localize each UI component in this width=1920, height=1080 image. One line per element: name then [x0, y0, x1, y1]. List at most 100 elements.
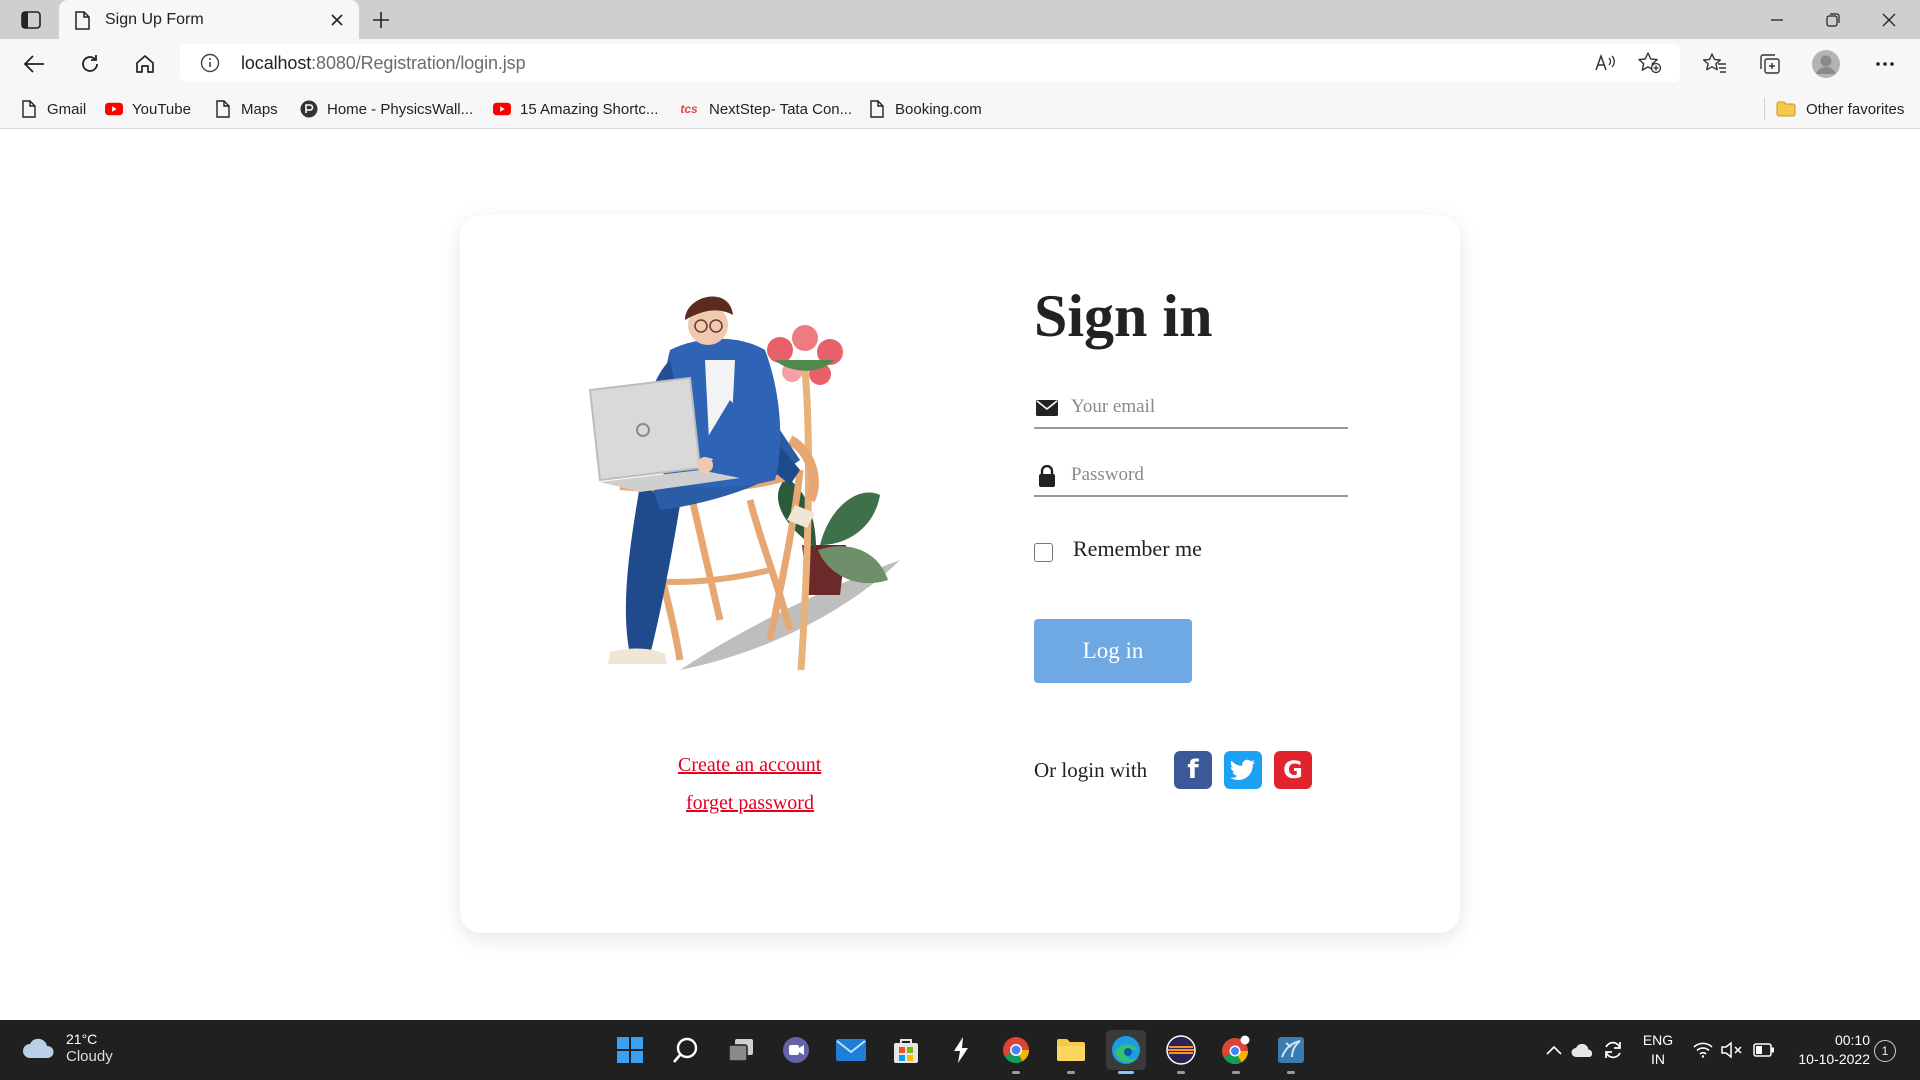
- chrome-canary-icon: [1221, 1035, 1251, 1065]
- weather-widget[interactable]: 21°C Cloudy: [22, 1030, 113, 1066]
- restore-icon[interactable]: [1808, 6, 1858, 34]
- bookmark-tcs-nextstep[interactable]: tcs NextStep- Tata Con...: [678, 96, 852, 122]
- favorites-icon[interactable]: [1700, 51, 1730, 77]
- collections-icon[interactable]: [1755, 51, 1785, 77]
- forget-password-link[interactable]: forget password: [686, 792, 814, 815]
- twitter-icon: [1230, 759, 1256, 781]
- url-text[interactable]: localhost:8080/Registration/login.jsp: [241, 53, 526, 74]
- running-indicator: [1287, 1071, 1295, 1074]
- address-bar[interactable]: localhost:8080/Registration/login.jsp: [180, 44, 1680, 82]
- language-indicator[interactable]: ENG IN: [1640, 1031, 1676, 1069]
- add-favorite-icon[interactable]: [1637, 51, 1663, 75]
- battery-icon[interactable]: [1752, 1038, 1776, 1062]
- bookmark-gmail[interactable]: Gmail: [20, 96, 86, 122]
- bookmark-label: Gmail: [47, 100, 87, 118]
- task-view-button[interactable]: [721, 1030, 761, 1070]
- youtube-icon: [105, 100, 123, 118]
- chrome-button[interactable]: [996, 1030, 1036, 1074]
- mail-icon: [836, 1039, 866, 1061]
- browser-toolbar: localhost:8080/Registration/login.jsp: [0, 39, 1920, 89]
- site-info-icon[interactable]: [200, 53, 220, 73]
- windows-taskbar: 21°C Cloudy ENG IN 00:10 10-10-2022 1: [0, 1020, 1920, 1080]
- bookmark-youtube[interactable]: YouTube: [105, 96, 191, 122]
- bookmark-maps[interactable]: Maps: [214, 96, 278, 122]
- youtube-icon: [493, 100, 511, 118]
- page-title: Sign in: [1034, 283, 1213, 349]
- read-aloud-icon[interactable]: [1592, 51, 1618, 75]
- start-button[interactable]: [610, 1030, 650, 1070]
- home-icon[interactable]: [129, 49, 161, 79]
- store-icon: [892, 1036, 920, 1064]
- email-field: [1034, 389, 1348, 429]
- email-input[interactable]: [1071, 393, 1341, 421]
- region-code: IN: [1651, 1051, 1665, 1067]
- lightning-icon: [951, 1036, 971, 1064]
- more-menu-icon[interactable]: [1868, 51, 1902, 77]
- eclipse-icon: [1166, 1035, 1196, 1065]
- bookmark-label: NextStep- Tata Con...: [709, 100, 853, 118]
- edge-icon: [1111, 1035, 1141, 1065]
- bookmark-label: Booking.com: [895, 100, 982, 118]
- other-favorites-label: Other favorites: [1806, 100, 1905, 118]
- minimize-icon[interactable]: [1752, 6, 1802, 34]
- running-indicator: [1177, 1071, 1185, 1074]
- signin-illustration: [580, 290, 920, 680]
- page-icon: [214, 100, 232, 118]
- notification-badge[interactable]: 1: [1874, 1040, 1896, 1062]
- cloud-icon: [22, 1034, 56, 1062]
- other-favorites-folder[interactable]: Other favorites: [1776, 96, 1904, 122]
- profile-avatar[interactable]: [1810, 48, 1842, 80]
- eclipse-button[interactable]: [1161, 1030, 1201, 1074]
- mysql-workbench-button[interactable]: [1271, 1030, 1311, 1074]
- teams-chat-icon: [782, 1036, 810, 1064]
- browser-tab-strip: Sign Up Form: [0, 0, 1920, 39]
- running-indicator: [1118, 1071, 1134, 1074]
- wifi-icon[interactable]: [1691, 1038, 1715, 1062]
- speaker-muted-icon[interactable]: [1720, 1038, 1744, 1062]
- new-tab-button[interactable]: [366, 6, 396, 34]
- sync-icon[interactable]: [1601, 1038, 1625, 1062]
- remember-me-checkbox[interactable]: [1034, 542, 1053, 562]
- lock-icon: [1036, 465, 1058, 487]
- password-field: [1034, 457, 1348, 497]
- reload-icon[interactable]: [74, 49, 106, 79]
- create-account-link[interactable]: Create an account: [678, 754, 821, 777]
- chrome-canary-button[interactable]: [1216, 1030, 1256, 1074]
- bookmark-label: Home - PhysicsWall...: [327, 100, 474, 118]
- password-input[interactable]: [1071, 461, 1341, 489]
- windows-start-icon: [616, 1036, 644, 1064]
- bookmarks-divider: [1764, 98, 1765, 120]
- remember-me[interactable]: Remember me: [1034, 536, 1202, 562]
- bookmark-shortcuts-video[interactable]: 15 Amazing Shortc...: [493, 96, 658, 122]
- teams-chat-button[interactable]: [776, 1030, 816, 1070]
- sketch-app-button[interactable]: [941, 1030, 981, 1070]
- edge-button[interactable]: [1106, 1030, 1146, 1074]
- running-indicator: [1067, 1071, 1075, 1074]
- running-indicator: [1012, 1071, 1020, 1074]
- facebook-login-button[interactable]: f: [1174, 751, 1212, 789]
- file-explorer-button[interactable]: [1051, 1030, 1091, 1074]
- mail-button[interactable]: [831, 1030, 871, 1070]
- tab-actions-icon[interactable]: [14, 6, 48, 34]
- close-tab-icon[interactable]: [326, 9, 348, 31]
- onedrive-icon[interactable]: [1571, 1038, 1595, 1062]
- bookmark-physicswallah[interactable]: Home - PhysicsWall...: [300, 96, 473, 122]
- page-icon: [20, 100, 38, 118]
- envelope-icon: [1036, 397, 1058, 419]
- browser-tab[interactable]: Sign Up Form: [59, 0, 359, 39]
- task-view-icon: [727, 1037, 755, 1063]
- taskbar-search[interactable]: [666, 1030, 706, 1070]
- login-button[interactable]: Log in: [1034, 619, 1192, 683]
- back-icon[interactable]: [18, 49, 50, 79]
- chrome-icon: [1002, 1036, 1030, 1064]
- system-clock[interactable]: 00:10 10-10-2022: [1790, 1031, 1870, 1069]
- store-button[interactable]: [886, 1030, 926, 1070]
- google-login-button[interactable]: G: [1274, 751, 1312, 789]
- page-icon: [868, 100, 886, 118]
- window-close-icon[interactable]: [1864, 6, 1914, 34]
- physicswallah-icon: [300, 100, 318, 118]
- twitter-login-button[interactable]: [1224, 751, 1262, 789]
- language-code: ENG: [1642, 1032, 1674, 1048]
- show-hidden-icons-icon[interactable]: [1542, 1038, 1566, 1062]
- bookmark-booking[interactable]: Booking.com: [868, 96, 982, 122]
